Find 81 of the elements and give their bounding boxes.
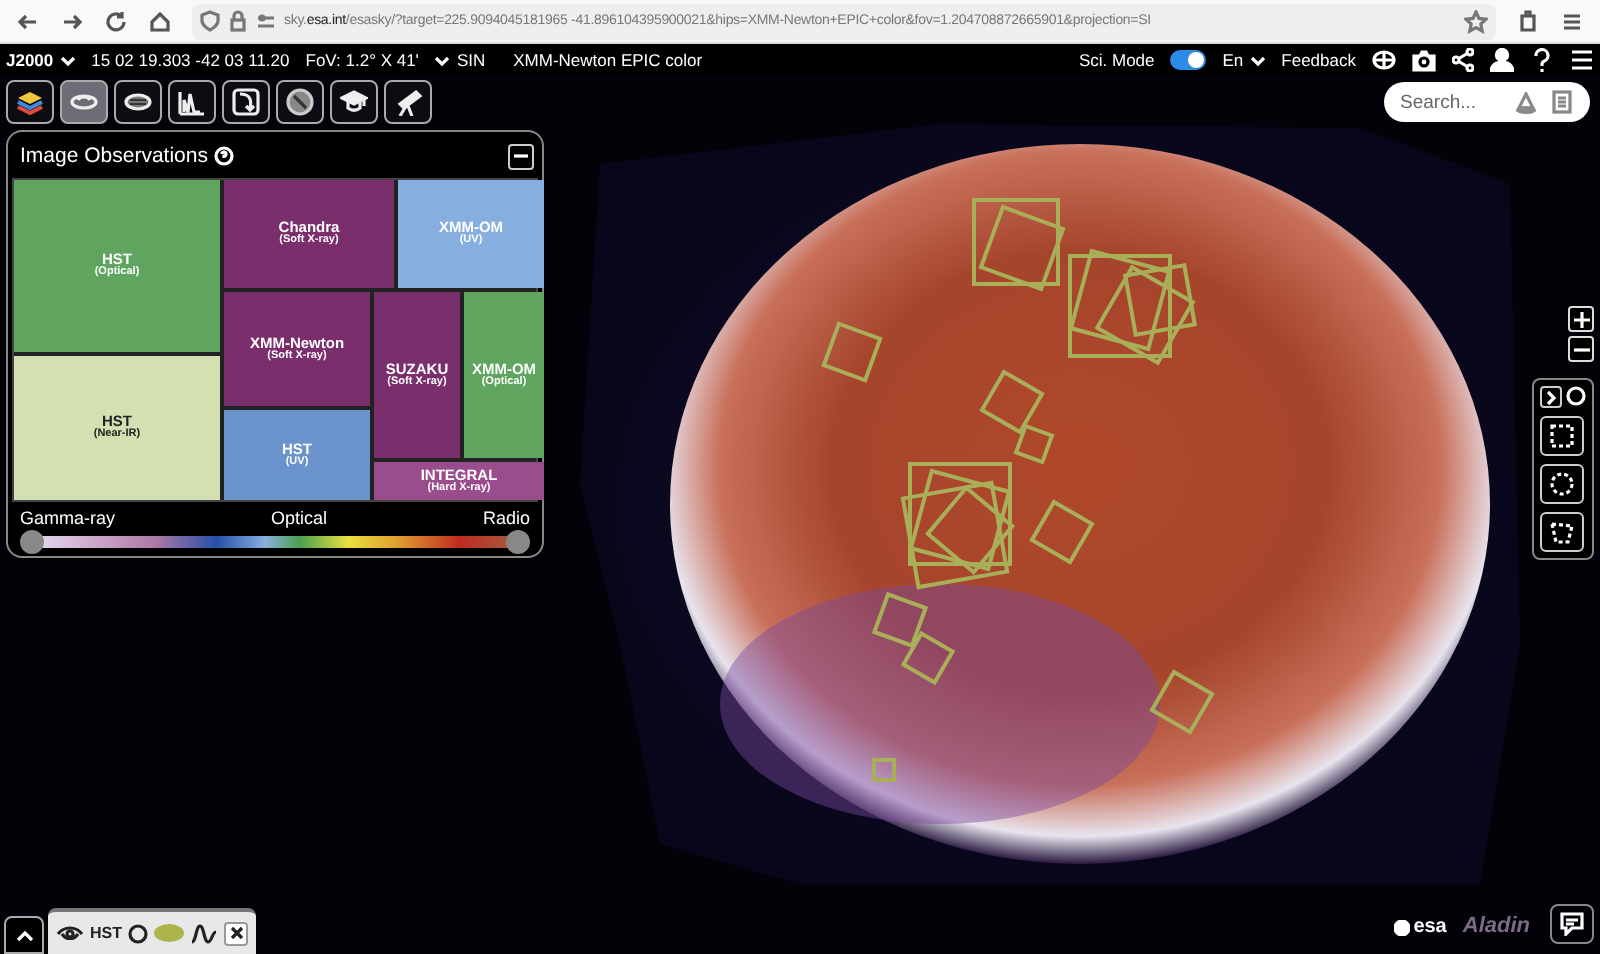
sci-mode-toggle[interactable] xyxy=(1170,50,1207,70)
eye-icon[interactable] xyxy=(56,923,84,943)
home-icon[interactable] xyxy=(148,9,172,33)
plus-icon xyxy=(1573,311,1589,327)
toolbar-button[interactable] xyxy=(222,80,270,124)
panel-title: Image Observations xyxy=(20,144,208,168)
minimize-button[interactable] xyxy=(508,143,534,169)
dashed-polygon-icon xyxy=(1550,520,1574,544)
lock-icon xyxy=(228,10,248,32)
chevron-down-icon[interactable] xyxy=(1249,53,1266,67)
shield-icon xyxy=(200,10,220,32)
survey-name: XMM-Newton EPIC color xyxy=(513,50,703,70)
disc-icon xyxy=(286,88,314,116)
globe-icon[interactable] xyxy=(1372,50,1396,70)
menu-icon[interactable] xyxy=(1570,48,1594,72)
wavelength-label: Optical xyxy=(270,508,327,528)
layers-icon xyxy=(16,88,44,116)
dashed-circle-icon xyxy=(1550,472,1574,496)
dashed-square-icon xyxy=(1550,424,1574,448)
aladin-logo: Aladin xyxy=(1462,914,1530,938)
wavelength-label: Radio xyxy=(482,508,530,528)
back-icon[interactable] xyxy=(16,9,40,33)
minus-icon xyxy=(512,150,530,162)
galaxy-icon xyxy=(70,88,98,116)
chevron-down-icon[interactable] xyxy=(59,53,76,67)
zoom-out-button[interactable] xyxy=(1568,336,1594,362)
telescope-icon xyxy=(394,88,422,116)
wave-icon xyxy=(190,921,218,945)
wavelength-label: Gamma-ray xyxy=(20,508,116,528)
wavelength-slider[interactable] xyxy=(20,530,530,554)
chat-icon xyxy=(1560,912,1584,936)
projection-label[interactable]: SIN xyxy=(456,50,486,70)
chevron-down-icon[interactable] xyxy=(434,53,451,67)
user-icon[interactable] xyxy=(1490,48,1514,72)
slider-thumb[interactable] xyxy=(20,530,44,554)
expand-button[interactable] xyxy=(4,916,44,954)
curve-arrow-icon xyxy=(232,88,260,116)
toolbar-button[interactable] xyxy=(168,80,216,124)
sci-mode-label: Sci. Mode xyxy=(1078,50,1155,70)
chevron-right-icon xyxy=(1544,389,1558,405)
spectrum-icon xyxy=(178,88,206,116)
fov-text: FoV: 1.2° X 41' xyxy=(305,50,419,70)
chat-button[interactable] xyxy=(1550,904,1594,944)
toolbar-button[interactable] xyxy=(114,80,162,124)
search-input[interactable]: Search... xyxy=(1400,91,1500,113)
search-field[interactable]: Search... xyxy=(1384,82,1590,122)
graduation-cap-icon xyxy=(340,88,368,116)
expand-button[interactable] xyxy=(1540,386,1562,408)
esa-logo-text: esa xyxy=(1413,916,1447,938)
box-select-button[interactable] xyxy=(1540,416,1584,456)
feedback-link[interactable]: Feedback xyxy=(1281,50,1356,70)
circle-logo-icon xyxy=(1393,919,1410,935)
toolbar-button[interactable] xyxy=(384,80,432,124)
list-icon[interactable] xyxy=(1552,90,1572,114)
extensions-icon[interactable] xyxy=(1516,9,1540,33)
color-dot[interactable] xyxy=(154,924,184,942)
zoom-in-button[interactable] xyxy=(1568,306,1594,332)
star-icon[interactable] xyxy=(1464,9,1488,33)
frame-label[interactable]: J2000 xyxy=(6,50,54,70)
cone-icon[interactable] xyxy=(1516,91,1536,113)
layer-tab[interactable]: HST xyxy=(48,908,256,954)
share-icon[interactable] xyxy=(1452,48,1474,72)
polygon-select-button[interactable] xyxy=(1540,512,1584,552)
language-label[interactable]: En xyxy=(1222,50,1244,70)
reload-icon[interactable] xyxy=(104,9,128,33)
toolbar-button[interactable] xyxy=(6,80,54,124)
camera-icon[interactable] xyxy=(1412,49,1436,71)
close-icon xyxy=(229,926,243,940)
tune-icon xyxy=(256,11,276,31)
coordinates-text: 15 02 19.303 -42 03 11.20 xyxy=(91,50,290,70)
close-button[interactable] xyxy=(224,921,248,945)
circle-select-button[interactable] xyxy=(1540,464,1584,504)
toolbar-button[interactable] xyxy=(276,80,324,124)
toolbar-button[interactable] xyxy=(330,80,378,124)
menu-icon[interactable] xyxy=(1560,9,1584,33)
toolbar-button[interactable] xyxy=(60,80,108,124)
chevron-up-icon xyxy=(15,927,33,943)
layer-name: HST xyxy=(90,924,122,942)
slider-thumb[interactable] xyxy=(506,530,530,554)
forward-icon[interactable] xyxy=(60,9,84,33)
ellipse-icon xyxy=(124,88,152,116)
